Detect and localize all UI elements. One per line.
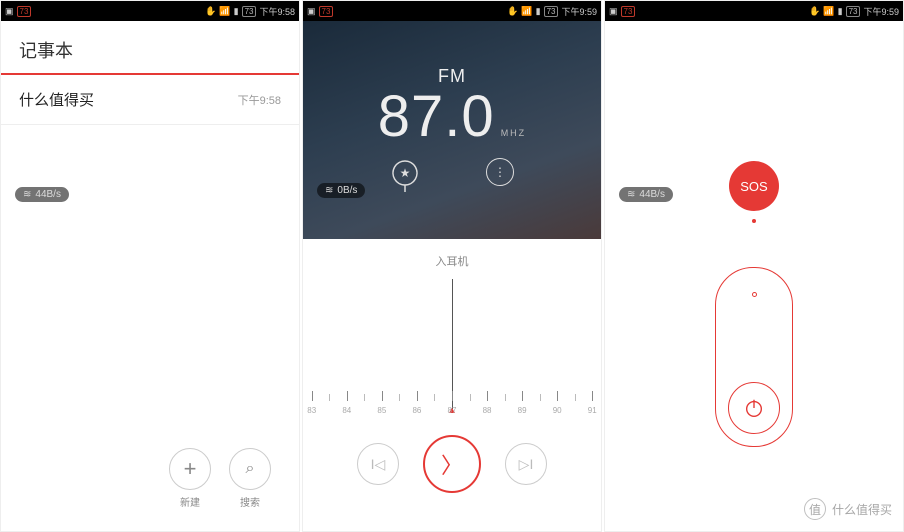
- next-icon: ▷I: [519, 456, 534, 473]
- net-speed-badge: ≋ 0B/s: [317, 183, 365, 198]
- favorite-button[interactable]: ★: [390, 158, 420, 194]
- next-station-button[interactable]: ▷I: [505, 443, 547, 485]
- fm-unit: MHZ: [501, 128, 527, 138]
- clock: 下午9:59: [561, 5, 597, 18]
- signal-icon: ▮: [536, 6, 541, 17]
- more-button[interactable]: ⋮: [486, 158, 514, 186]
- wifi-icon: ≋: [23, 189, 31, 200]
- signal-icon: ▮: [838, 6, 843, 17]
- audio-source: 入耳机: [436, 253, 469, 269]
- note-time: 下午9:58: [238, 92, 281, 108]
- phone-fm: ▣ 73 ✋ 📶 ▮ 73 下午9:59 FM 87.0 MHZ ★ ⋮ ≋ 0…: [302, 0, 602, 532]
- remote-control: [715, 267, 793, 447]
- card-icon: ▣: [5, 6, 14, 17]
- battery-badge-left: 73: [319, 6, 334, 17]
- statusbar: ▣ 73 ✋ 📶 ▮ 73 下午9:59: [605, 1, 903, 21]
- search-icon: ⌕: [246, 460, 255, 478]
- wifi-icon: 📶: [823, 6, 834, 17]
- notes-header: 记事本: [1, 21, 299, 75]
- search-button[interactable]: ⌕ 搜索: [229, 448, 271, 509]
- statusbar: ▣ 73 ✋ 📶 ▮ 73 下午9:59: [303, 1, 601, 21]
- fm-frequency: 87.0 MHZ: [378, 83, 526, 150]
- hand-icon: ✋: [507, 6, 518, 17]
- signal-icon: ▮: [234, 6, 239, 17]
- wifi-icon: 📶: [219, 6, 230, 17]
- clock: 下午9:59: [863, 5, 899, 18]
- note-item[interactable]: 什么值得买 下午9:58: [1, 75, 299, 125]
- plus-icon: +: [184, 456, 197, 482]
- battery-badge-left: 73: [17, 6, 32, 17]
- dial-needle: [452, 279, 453, 409]
- net-speed-badge: ≋ 44B/s: [619, 187, 673, 202]
- frequency-dial[interactable]: 838485868788899091: [303, 279, 601, 429]
- indicator-dot: [752, 219, 756, 223]
- fm-display: FM 87.0 MHZ ★ ⋮ ≋ 0B/s: [303, 21, 601, 239]
- battery-badge: 73: [544, 6, 559, 17]
- battery-badge: 73: [846, 6, 861, 17]
- phone-sos: ▣ 73 ✋ 📶 ▮ 73 下午9:59 ≋ 44B/s SOS: [604, 0, 904, 532]
- wifi-icon: ≋: [325, 185, 333, 196]
- remote-led-icon: [752, 292, 757, 297]
- svg-text:★: ★: [400, 166, 411, 180]
- watermark-icon: 值: [804, 498, 826, 520]
- wifi-icon: 📶: [521, 6, 532, 17]
- dots-icon: ⋮: [494, 165, 506, 179]
- power-icon: [743, 397, 765, 419]
- card-icon: ▣: [307, 6, 316, 17]
- battery-badge: 73: [242, 6, 257, 17]
- watermark-text: 什么值得买: [832, 501, 892, 518]
- hand-icon: ✋: [205, 6, 216, 17]
- wifi-icon: ≋: [627, 189, 635, 200]
- play-icon: 〉: [441, 448, 463, 480]
- note-title: 什么值得买: [19, 89, 94, 110]
- hand-icon: ✋: [809, 6, 820, 17]
- sos-button[interactable]: SOS: [729, 161, 779, 211]
- clock: 下午9:58: [259, 5, 295, 18]
- battery-badge-left: 73: [621, 6, 636, 17]
- new-note-button[interactable]: + 新建: [169, 448, 211, 509]
- prev-icon: I◁: [371, 456, 386, 473]
- power-button[interactable]: [728, 382, 780, 434]
- card-icon: ▣: [609, 6, 618, 17]
- phone-notes: ▣ 73 ✋ 📶 ▮ 73 下午9:58 记事本 什么值得买 下午9:58 ≋ …: [0, 0, 300, 532]
- watermark: 值 什么值得买: [804, 498, 892, 520]
- net-speed-badge: ≋ 44B/s: [15, 187, 69, 202]
- prev-station-button[interactable]: I◁: [357, 443, 399, 485]
- play-button[interactable]: 〉: [423, 435, 481, 493]
- statusbar: ▣ 73 ✋ 📶 ▮ 73 下午9:58: [1, 1, 299, 21]
